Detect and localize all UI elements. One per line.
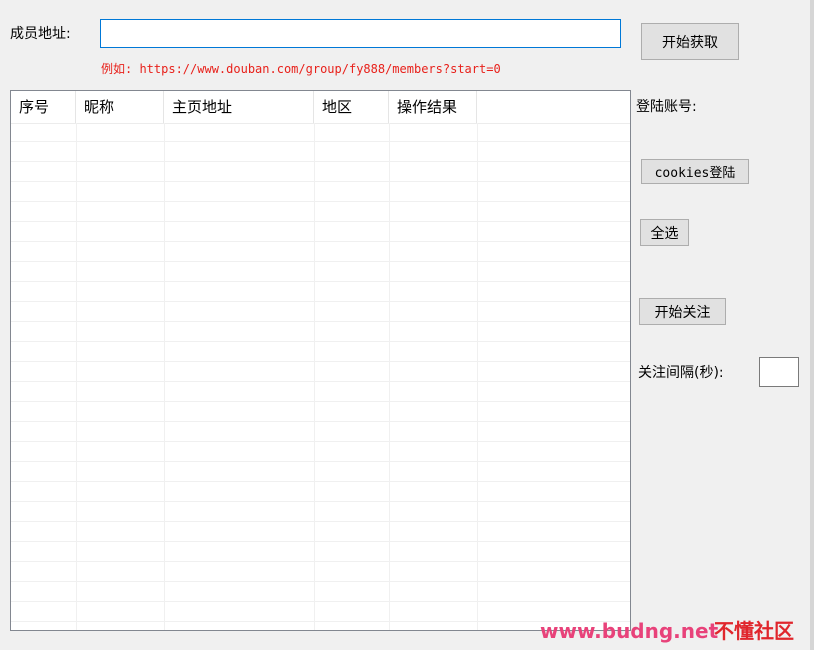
grid-column-line: [389, 123, 390, 630]
grid-row-line: [11, 461, 630, 462]
grid-row-line: [11, 221, 630, 222]
login-account-label: 登陆账号:: [636, 99, 697, 115]
grid-row-line: [11, 441, 630, 442]
follow-interval-input[interactable]: [759, 357, 799, 387]
column-header-homepage[interactable]: 主页地址: [164, 91, 314, 123]
table-header: 序号 昵称 主页地址 地区 操作结果: [11, 91, 630, 124]
grid-row-line: [11, 541, 630, 542]
start-fetch-button[interactable]: 开始获取: [641, 23, 739, 60]
cookies-login-button[interactable]: cookies登陆: [641, 159, 749, 184]
grid-row-line: [11, 621, 630, 622]
grid-row-line: [11, 421, 630, 422]
column-header-region[interactable]: 地区: [314, 91, 389, 123]
grid-row-line: [11, 181, 630, 182]
grid-row-line: [11, 601, 630, 602]
table-body: [11, 123, 630, 630]
grid-row-line: [11, 361, 630, 362]
grid-row-line: [11, 341, 630, 342]
grid-row-line: [11, 301, 630, 302]
members-table[interactable]: 序号 昵称 主页地址 地区 操作结果: [10, 90, 631, 631]
grid-row-line: [11, 521, 630, 522]
grid-column-line: [477, 123, 478, 630]
column-header-result[interactable]: 操作结果: [389, 91, 477, 123]
grid-row-line: [11, 581, 630, 582]
grid-row-line: [11, 321, 630, 322]
grid-column-line: [164, 123, 165, 630]
start-follow-button[interactable]: 开始关注: [639, 298, 726, 325]
grid-row-line: [11, 161, 630, 162]
grid-row-line: [11, 481, 630, 482]
grid-row-line: [11, 141, 630, 142]
follow-interval-label: 关注间隔(秒):: [638, 365, 724, 381]
grid-row-line: [11, 501, 630, 502]
grid-row-line: [11, 261, 630, 262]
watermark-site: www.budng.net: [540, 619, 719, 643]
grid-row-line: [11, 281, 630, 282]
member-url-label: 成员地址:: [10, 26, 71, 42]
grid-row-line: [11, 401, 630, 402]
column-header-nickname[interactable]: 昵称: [76, 91, 164, 123]
grid-row-line: [11, 381, 630, 382]
select-all-button[interactable]: 全选: [640, 219, 689, 246]
column-header-index[interactable]: 序号: [11, 91, 76, 123]
grid-row-line: [11, 561, 630, 562]
watermark-name: 不懂社区: [714, 619, 794, 643]
member-url-input[interactable]: [100, 19, 621, 48]
example-url-hint: 例如: https://www.douban.com/group/fy888/m…: [101, 62, 501, 76]
window-edge: [810, 0, 814, 650]
grid-column-line: [314, 123, 315, 630]
grid-row-line: [11, 201, 630, 202]
grid-row-line: [11, 241, 630, 242]
grid-column-line: [76, 123, 77, 630]
